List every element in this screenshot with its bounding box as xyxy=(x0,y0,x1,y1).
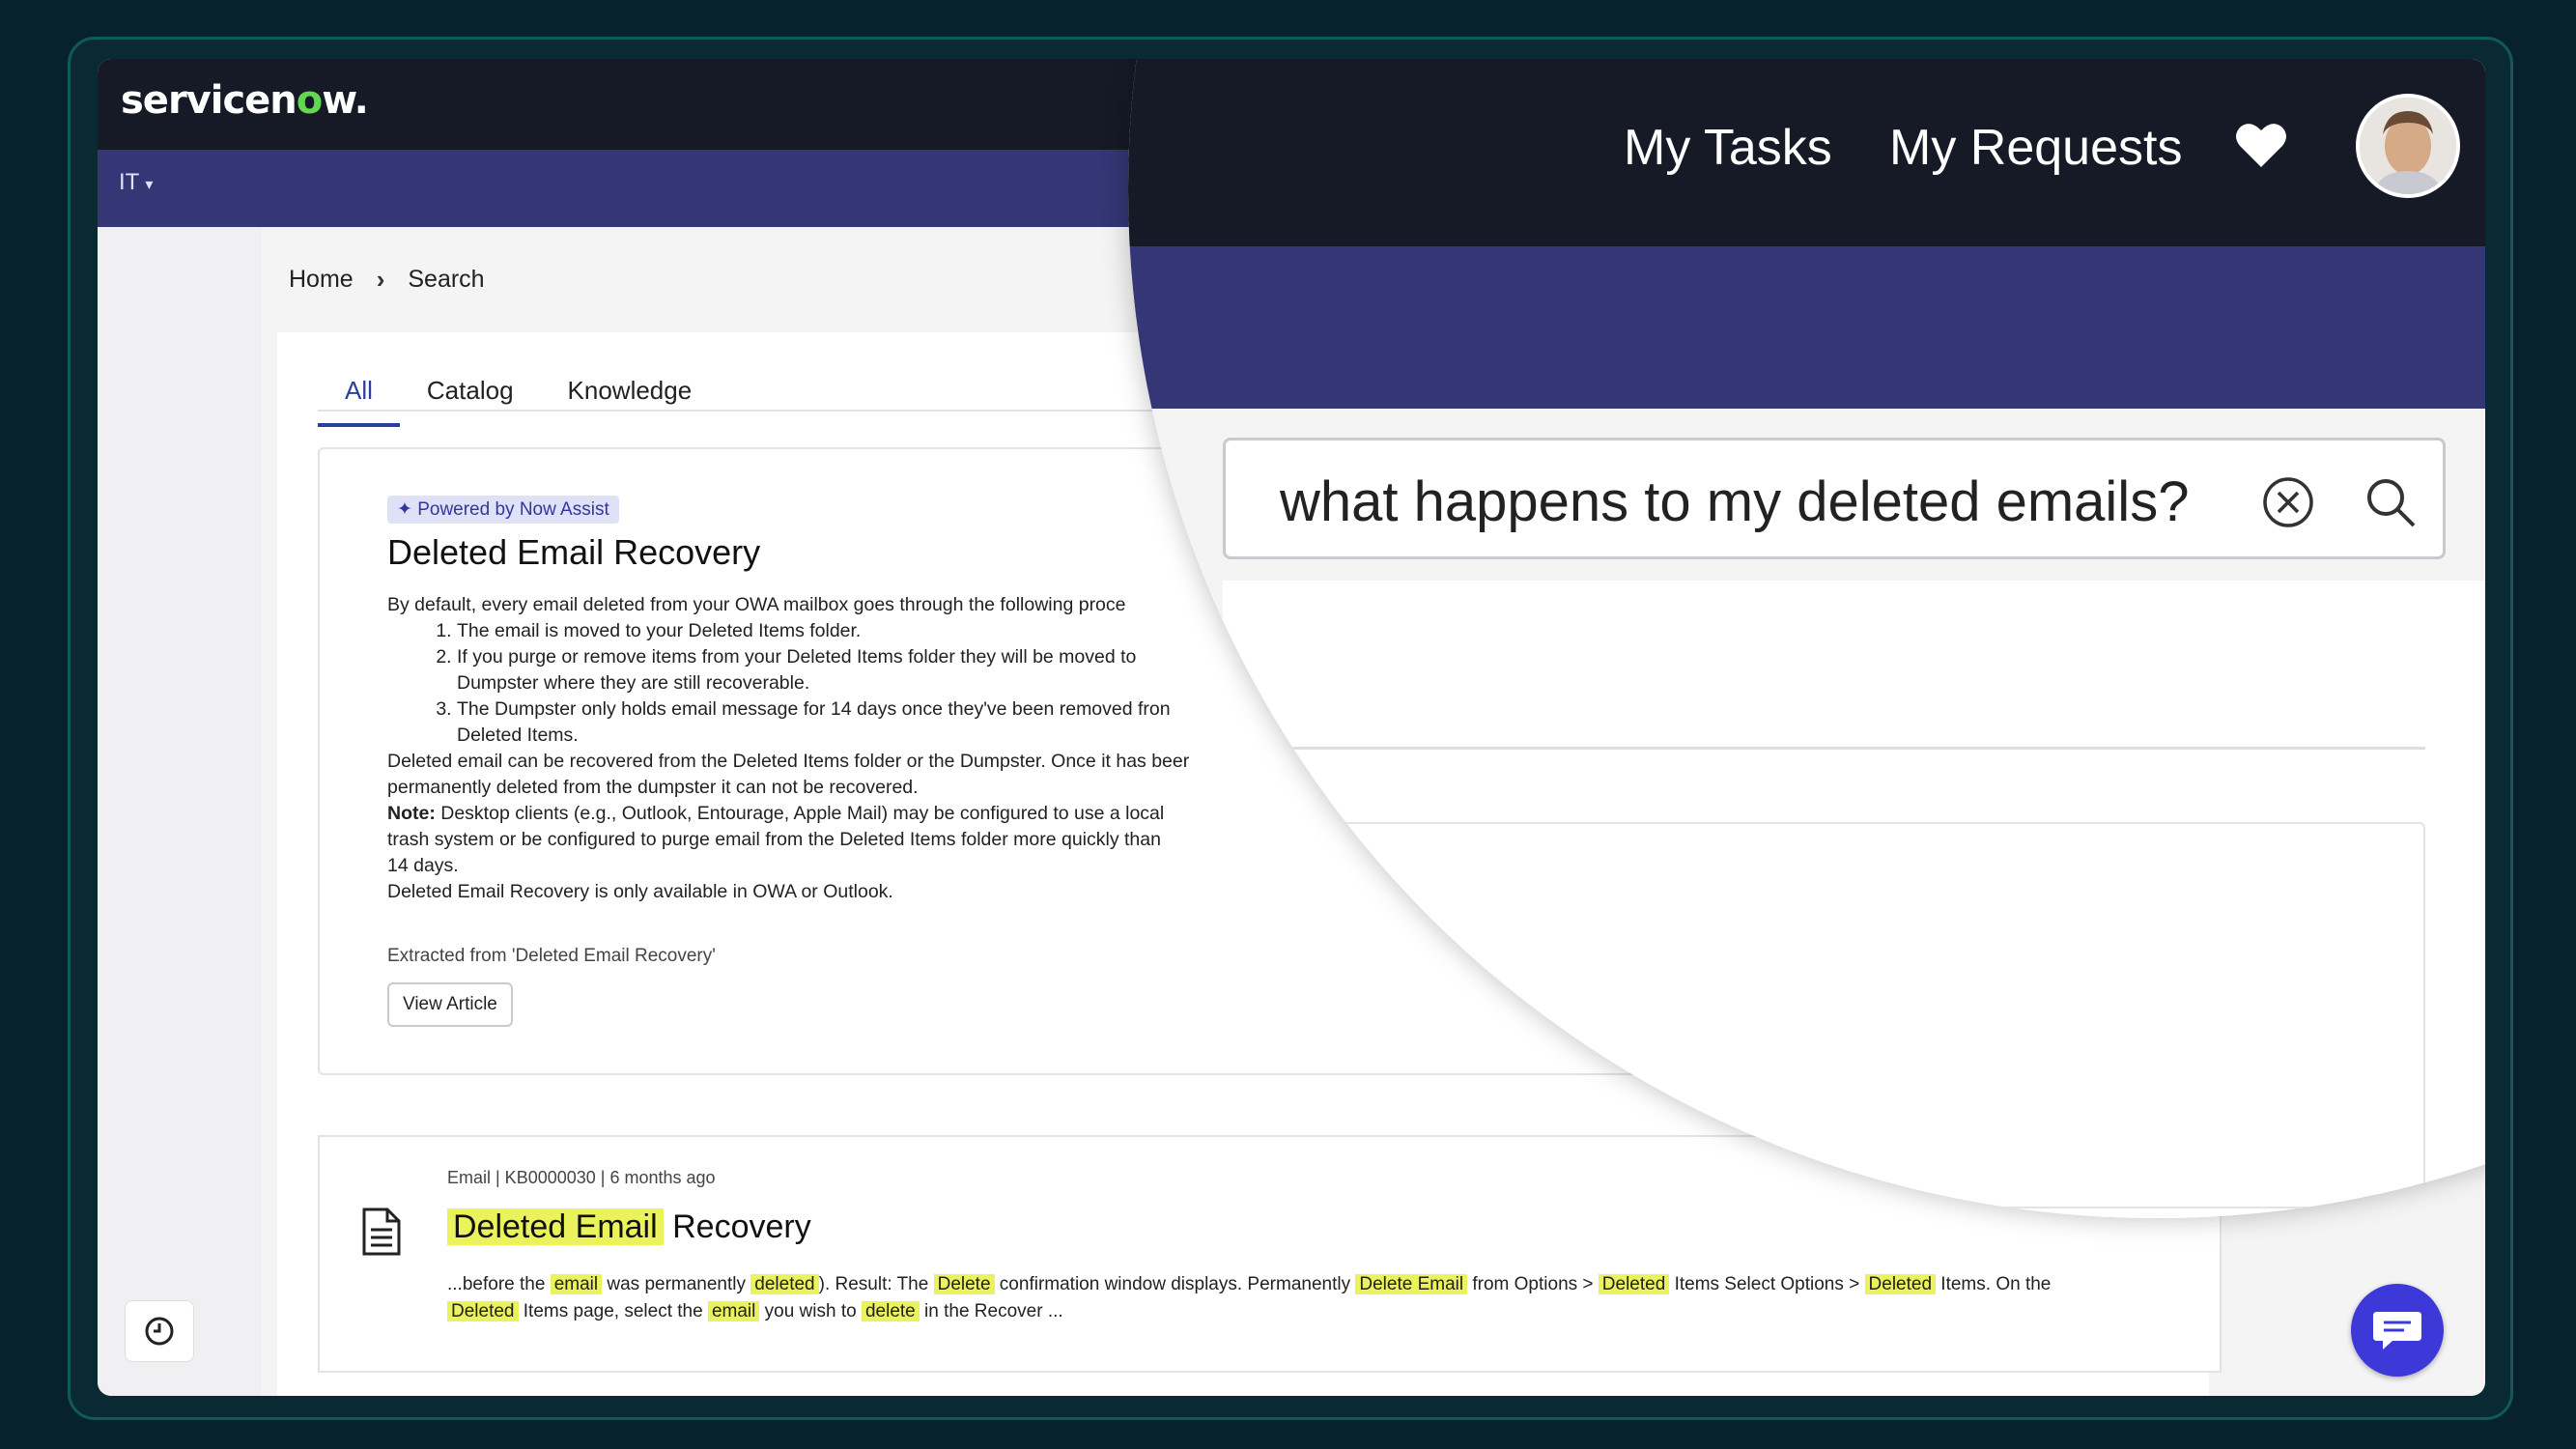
portal-menu-dropdown[interactable]: IT ▾ xyxy=(119,169,153,196)
magnifier-lens: My Tasks My Requests what happens to my … xyxy=(1128,59,2485,1218)
list-item: The Dumpster only holds email message fo… xyxy=(457,696,1218,749)
caret-down-icon: ▾ xyxy=(145,177,154,193)
history-icon[interactable] xyxy=(125,1300,194,1362)
snippet-text: ). Result: The xyxy=(818,1274,934,1294)
search-tabs: All Catalog Knowledge xyxy=(318,366,719,427)
snippet-text: from Options > xyxy=(1467,1274,1599,1294)
highlighted-term: email xyxy=(707,1301,760,1321)
list-item: The email is moved to your Deleted Items… xyxy=(457,618,1218,644)
document-icon xyxy=(360,1207,403,1262)
result-meta: Email | KB0000030 | 6 months ago xyxy=(447,1168,716,1187)
search-icon[interactable] xyxy=(2364,475,2418,534)
chat-icon[interactable] xyxy=(2351,1284,2444,1377)
breadcrumb: Home › Search xyxy=(289,265,485,295)
magnified-card xyxy=(1257,822,2425,1208)
highlighted-term: Deleted xyxy=(1598,1274,1670,1294)
highlighted-term: email xyxy=(550,1274,603,1294)
answer-title: Deleted Email Recovery xyxy=(387,532,761,572)
snippet-text: ...before the xyxy=(447,1274,551,1294)
highlighted-term: Deleted xyxy=(1864,1274,1937,1294)
heart-icon[interactable] xyxy=(2234,121,2288,174)
search-query-text: what happens to my deleted emails? xyxy=(1280,470,2190,533)
tab-all[interactable]: All xyxy=(318,366,400,427)
answer-body: By default, every email deleted from you… xyxy=(387,592,1218,905)
my-requests-link[interactable]: My Requests xyxy=(1889,119,2182,177)
now-assist-badge: ✦ Powered by Now Assist xyxy=(387,496,619,524)
snippet-text: confirmation window displays. Permanentl… xyxy=(994,1274,1356,1294)
highlighted-term: delete xyxy=(861,1301,920,1321)
breadcrumb-home[interactable]: Home xyxy=(289,266,354,294)
highlighted-term: deleted xyxy=(750,1274,819,1294)
left-rail xyxy=(98,227,262,1396)
result-snippet: ...before the email was permanently dele… xyxy=(447,1271,2186,1325)
portal-screen: servicenow. IT ▾ Home › Search All Catalo… xyxy=(98,59,2485,1396)
snippet-text: you wish to xyxy=(759,1301,862,1321)
magnified-band xyxy=(1128,246,2485,409)
snippet-text: in the Recover ... xyxy=(919,1301,1063,1321)
avatar[interactable] xyxy=(2356,94,2460,198)
highlighted-term: Deleted xyxy=(447,1301,519,1321)
tab-knowledge[interactable]: Knowledge xyxy=(541,366,720,427)
view-article-button[interactable]: View Article xyxy=(387,982,513,1027)
snippet-text: Items Select Options > xyxy=(1669,1274,1865,1294)
portal-menu-label: IT xyxy=(119,169,140,195)
my-tasks-link[interactable]: My Tasks xyxy=(1624,119,1832,177)
snippet-text: was permanently xyxy=(602,1274,751,1294)
sparkle-icon: ✦ xyxy=(397,499,418,520)
highlighted-term: Delete Email xyxy=(1355,1274,1468,1294)
result-title[interactable]: Deleted Email Recovery xyxy=(447,1208,811,1246)
tab-catalog[interactable]: Catalog xyxy=(400,366,541,427)
snippet-text: Items page, select the xyxy=(518,1301,708,1321)
servicenow-logo[interactable]: servicenow. xyxy=(121,78,369,123)
extracted-source: Extracted from 'Deleted Email Recovery' xyxy=(387,946,716,966)
highlighted-term: Delete xyxy=(933,1274,995,1294)
breadcrumb-current: Search xyxy=(408,266,485,293)
chevron-right-icon: › xyxy=(376,265,385,294)
search-input[interactable]: what happens to my deleted emails? xyxy=(1223,438,2446,559)
list-item: If you purge or remove items from your D… xyxy=(457,644,1218,696)
magnified-divider xyxy=(1257,747,2425,750)
snippet-text: Items. On the xyxy=(1936,1274,2052,1294)
clear-icon[interactable] xyxy=(2261,475,2315,534)
magnified-view: My Tasks My Requests what happens to my … xyxy=(1128,59,2485,1218)
